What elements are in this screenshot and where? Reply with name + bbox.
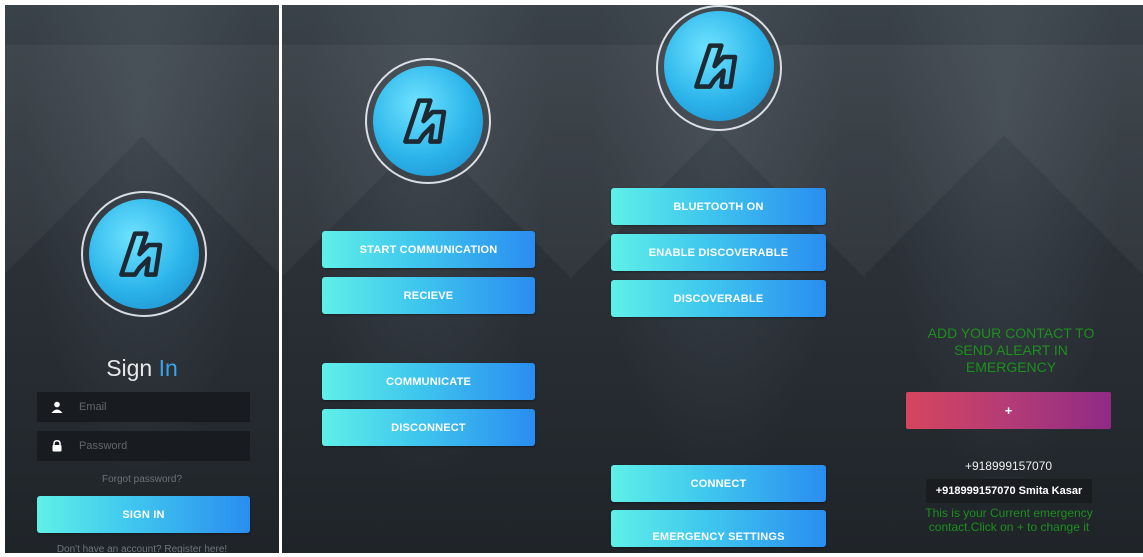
password-input[interactable] bbox=[77, 439, 231, 453]
forgot-password-link[interactable]: Forgot password? bbox=[5, 474, 279, 485]
add-contact-heading: ADD YOUR CONTACT TO SEND ALEART IN EMERG… bbox=[927, 325, 1095, 375]
app-logo-icon bbox=[89, 199, 199, 309]
emergency-settings-button[interactable]: EMERGENCY SETTINGS bbox=[611, 510, 826, 547]
add-contact-button[interactable]: + bbox=[906, 392, 1111, 429]
current-contact-badge: +918999157070 Smita Kasar bbox=[926, 479, 1092, 503]
login-screen: Sign In Forgot password? SIGN IN Don't h… bbox=[5, 5, 279, 553]
start-communication-button[interactable]: START COMMUNICATION bbox=[322, 231, 535, 268]
app-logo-glyph bbox=[693, 43, 738, 89]
lock-icon bbox=[37, 440, 77, 452]
app-logo-icon bbox=[664, 11, 774, 121]
bluetooth-screen: BLUETOOTH ON ENABLE DISCOVERABLE DISCOVE… bbox=[570, 5, 865, 553]
sign-in-title-part1: Sign bbox=[106, 355, 153, 381]
password-field[interactable] bbox=[37, 431, 250, 461]
sign-in-button[interactable]: SIGN IN bbox=[37, 496, 250, 533]
discoverable-button[interactable]: DISCOVERABLE bbox=[611, 280, 826, 317]
user-icon bbox=[37, 401, 77, 413]
bluetooth-on-button[interactable]: BLUETOOTH ON bbox=[611, 188, 826, 225]
contact-info-text: This is your Current emergency contact.C… bbox=[925, 506, 1093, 534]
app-logo-glyph bbox=[118, 231, 163, 277]
communicate-button[interactable]: COMMUNICATE bbox=[322, 363, 535, 400]
register-link[interactable]: Don't have an account? Register here! bbox=[5, 544, 279, 553]
email-field[interactable] bbox=[37, 392, 250, 422]
app-logo-glyph bbox=[402, 98, 447, 144]
contact-phone-number: +918999157070 bbox=[964, 459, 1053, 473]
sign-in-title-part2: In bbox=[158, 355, 178, 381]
communication-screen: START COMMUNICATION RECIEVE COMMUNICATE … bbox=[282, 5, 570, 553]
app-logo-icon bbox=[373, 66, 483, 176]
email-input[interactable] bbox=[77, 400, 231, 414]
sign-in-title: Sign In bbox=[5, 355, 279, 382]
connect-button[interactable]: CONNECT bbox=[611, 465, 826, 502]
disconnect-button[interactable]: DISCONNECT bbox=[322, 409, 535, 446]
receive-button[interactable]: RECIEVE bbox=[322, 277, 535, 314]
emergency-screen: ADD YOUR CONTACT TO SEND ALEART IN EMERG… bbox=[865, 5, 1143, 553]
enable-discoverable-button[interactable]: ENABLE DISCOVERABLE bbox=[611, 234, 826, 271]
